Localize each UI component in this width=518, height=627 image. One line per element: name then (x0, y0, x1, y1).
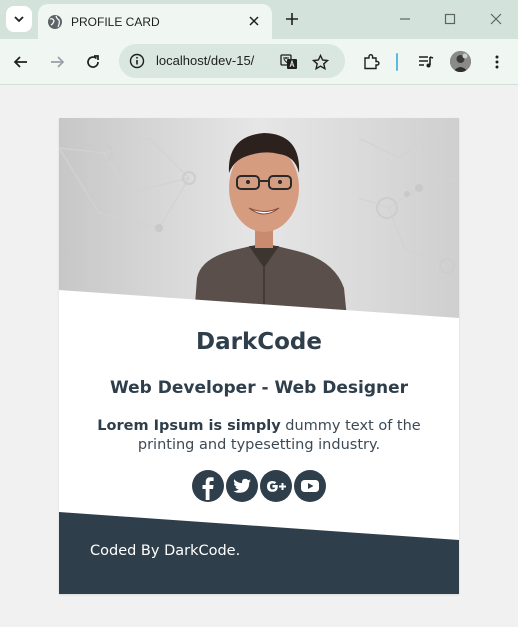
reload-icon (87, 55, 99, 68)
globe-icon (48, 14, 62, 29)
info-icon (129, 53, 145, 69)
tab-search-button[interactable] (6, 6, 32, 32)
playlist-music-icon (419, 56, 434, 68)
new-tab-button[interactable] (282, 9, 302, 29)
url-text[interactable]: localhost/dev-15/ (156, 53, 254, 68)
media-controls-button[interactable] (414, 50, 438, 74)
forward-button[interactable] (45, 50, 69, 74)
menu-button[interactable] (485, 50, 509, 74)
window-close-button[interactable] (484, 8, 508, 30)
profile-card: DarkCode Web Developer - Web Designer Lo… (59, 118, 459, 594)
profile-description: Lorem Ipsum is simply dummy text of the … (79, 417, 439, 455)
more-vertical-icon (495, 55, 499, 69)
tab-strip: PROFILE CARD (0, 0, 518, 39)
arrow-right-icon (51, 56, 65, 68)
profile-avatar[interactable] (450, 51, 471, 72)
site-info-button[interactable] (127, 51, 147, 71)
browser-toolbar: localhost/dev-15/ (0, 39, 518, 85)
reload-button[interactable] (81, 50, 105, 74)
minimize-button[interactable] (393, 8, 417, 30)
translate-icon (280, 54, 297, 69)
chevron-down-icon (14, 16, 24, 23)
facebook-link[interactable] (192, 470, 224, 502)
address-bar[interactable]: localhost/dev-15/ (119, 44, 345, 78)
back-button[interactable] (9, 50, 33, 74)
tab-title: PROFILE CARD (71, 14, 160, 29)
plus-icon (286, 13, 298, 25)
star-icon (311, 53, 329, 70)
translate-button[interactable] (279, 52, 299, 72)
youtube-link[interactable] (294, 470, 326, 502)
google-plus-icon (267, 481, 286, 492)
footer-credit: Coded By DarkCode. (90, 543, 241, 559)
profile-role: Web Developer - Web Designer (109, 378, 409, 398)
extensions-button[interactable] (359, 50, 383, 74)
profile-photo (59, 118, 459, 318)
description-bold: Lorem Ipsum is simply (97, 418, 281, 434)
profile-name: DarkCode (196, 329, 322, 355)
toolbar-divider (396, 53, 398, 71)
youtube-icon (301, 480, 319, 492)
facebook-icon (202, 477, 214, 500)
bookmark-button[interactable] (310, 52, 330, 72)
maximize-icon (444, 13, 456, 25)
tab-close-button[interactable] (246, 13, 262, 29)
puzzle-icon (364, 54, 380, 70)
active-tab[interactable]: PROFILE CARD (38, 4, 272, 39)
twitter-link[interactable] (226, 470, 258, 502)
minimize-icon (400, 18, 410, 20)
avatar-icon (450, 51, 471, 72)
arrow-left-icon (13, 56, 27, 68)
social-links (192, 470, 326, 502)
twitter-icon (233, 478, 251, 493)
google-plus-link[interactable] (260, 470, 292, 502)
close-icon (490, 13, 502, 25)
maximize-button[interactable] (438, 8, 462, 30)
close-icon (249, 16, 259, 26)
